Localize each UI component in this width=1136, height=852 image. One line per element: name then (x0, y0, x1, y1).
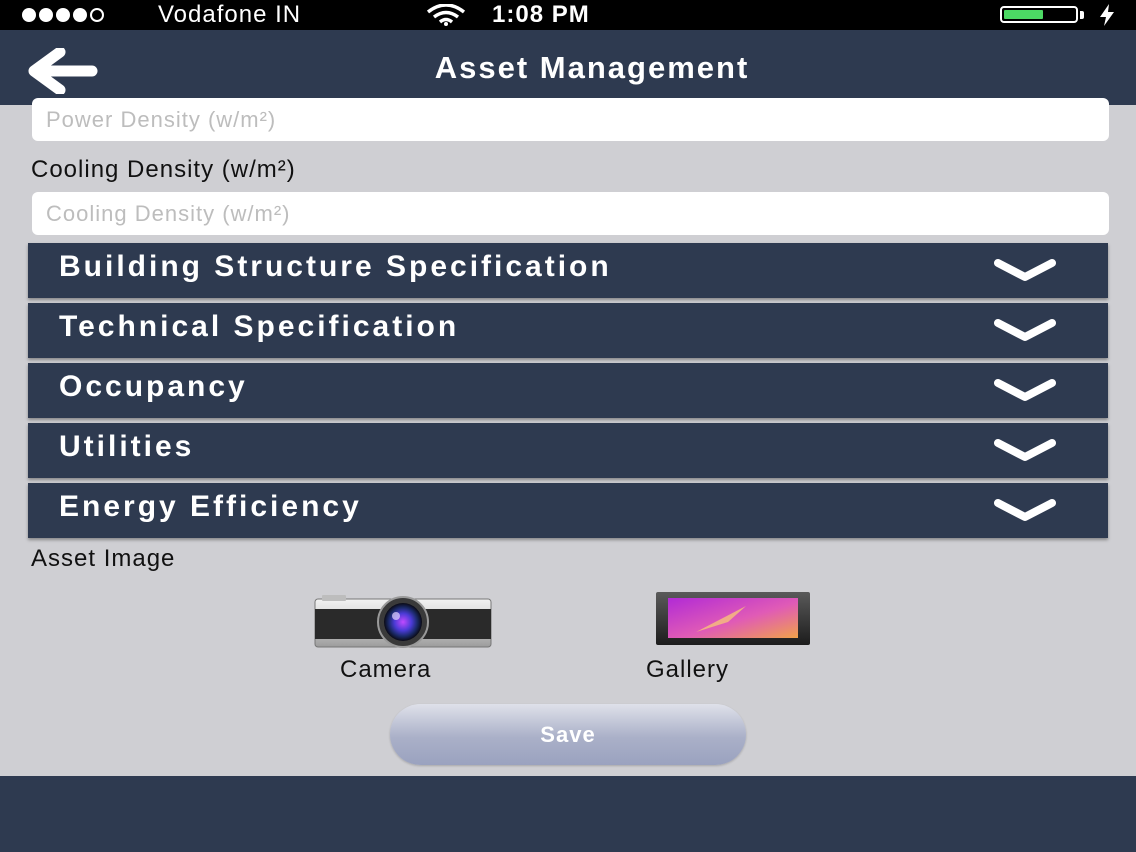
battery-icon (1000, 6, 1078, 23)
cooling-density-input[interactable] (32, 192, 1109, 235)
power-density-input[interactable] (32, 98, 1109, 141)
save-button[interactable]: Save (390, 704, 746, 765)
section-energy-efficiency[interactable]: Energy Efficiency (28, 483, 1108, 538)
bottom-bar (0, 776, 1136, 852)
charging-bolt-icon (1097, 3, 1117, 32)
section-label: Energy Efficiency (59, 490, 362, 523)
chevron-down-icon (992, 257, 1058, 288)
section-building-structure[interactable]: Building Structure Specification (28, 243, 1108, 298)
cooling-density-label: Cooling Density (w/m²) (31, 156, 296, 183)
section-label: Utilities (59, 430, 195, 463)
chevron-down-icon (992, 377, 1058, 408)
clock-time: 1:08 PM (492, 1, 590, 28)
section-label: Occupancy (59, 370, 248, 403)
camera-button[interactable] (314, 595, 492, 649)
gallery-label: Gallery (646, 656, 730, 683)
chevron-down-icon (992, 317, 1058, 348)
section-technical[interactable]: Technical Specification (28, 303, 1108, 358)
wifi-icon (424, 3, 468, 31)
section-label: Building Structure Specification (59, 250, 612, 283)
asset-image-label: Asset Image (31, 545, 176, 572)
chevron-down-icon (992, 497, 1058, 528)
section-label: Technical Specification (59, 310, 460, 343)
signal-strength-icon (22, 8, 104, 22)
page-title: Asset Management (434, 50, 750, 85)
section-utilities[interactable]: Utilities (28, 423, 1108, 478)
section-occupancy[interactable]: Occupancy (28, 363, 1108, 418)
battery-tip (1080, 11, 1084, 19)
camera-label: Camera (340, 656, 432, 683)
battery-level (1004, 10, 1043, 19)
gallery-icon (656, 592, 810, 649)
camera-icon (314, 595, 492, 653)
status-bar: Vodafone IN 1:08 PM (0, 0, 1136, 30)
chevron-down-icon (992, 437, 1058, 468)
app-header: Asset Management (0, 30, 1136, 105)
carrier-name: Vodafone IN (158, 1, 302, 28)
gallery-button[interactable] (656, 592, 810, 645)
